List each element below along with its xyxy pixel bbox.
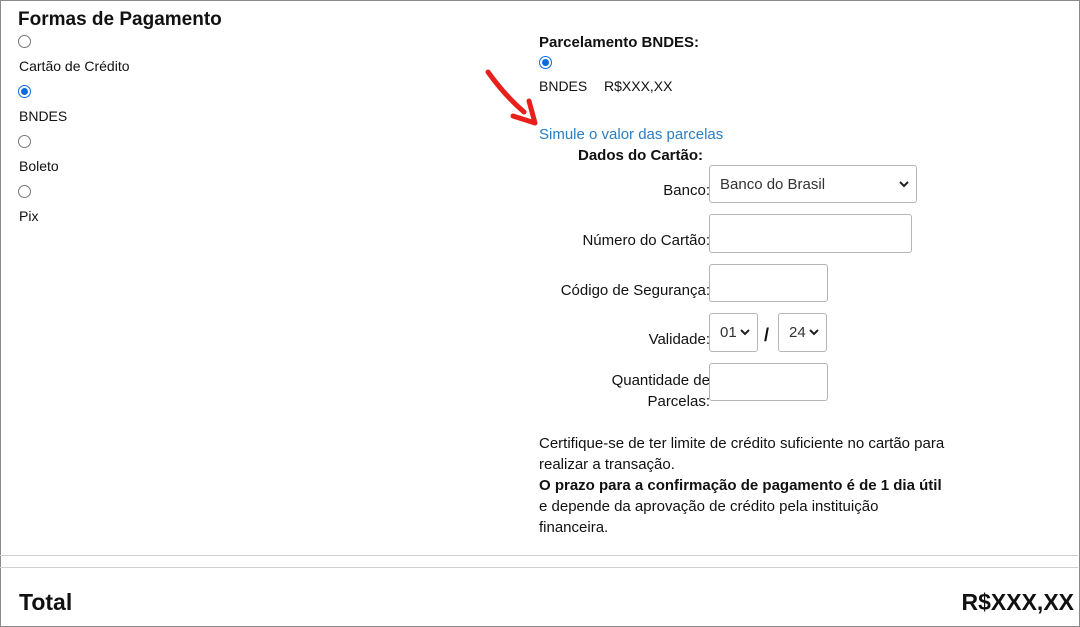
red-arrow-icon bbox=[485, 69, 538, 126]
bank-select[interactable]: Banco do Brasil bbox=[709, 165, 917, 203]
credit-limit-notice: Certifique-se de ter limite de crédito s… bbox=[539, 435, 945, 473]
bank-select-value: Banco do Brasil bbox=[720, 176, 826, 193]
total-value: R$XXX,XX bbox=[961, 589, 1075, 615]
validity-month-select[interactable]: 01 bbox=[709, 313, 758, 352]
credit-card-label: Cartão de Crédito bbox=[19, 58, 130, 74]
boleto-label: Boleto bbox=[19, 158, 59, 174]
validity-month-value: 01 bbox=[720, 324, 737, 341]
boleto-radio[interactable] bbox=[18, 135, 31, 148]
pix-radio[interactable] bbox=[18, 185, 31, 198]
installments-label-line2: Parcelas: bbox=[647, 393, 710, 410]
validity-label: Validade: bbox=[648, 331, 710, 348]
total-label: Total bbox=[19, 589, 73, 615]
security-code-input[interactable] bbox=[709, 264, 828, 302]
simulate-installments-link[interactable]: Simule o valor das parcelas bbox=[539, 126, 723, 143]
payment-methods-title: Formas de Pagamento bbox=[18, 9, 222, 30]
chevron-down-icon bbox=[740, 329, 750, 336]
security-code-label: Código de Segurança: bbox=[560, 282, 710, 299]
card-data-title: Dados do Cartão: bbox=[578, 147, 704, 164]
bndes-option-label: BNDES bbox=[539, 78, 588, 94]
pix-label: Pix bbox=[19, 208, 39, 224]
bank-label: Banco: bbox=[663, 182, 710, 199]
installments-label-line1: Quantidade de bbox=[611, 372, 710, 389]
validity-year-select[interactable]: 24 bbox=[778, 313, 827, 352]
confirmation-deadline-rest: e depende da aprovação de crédito pela i… bbox=[539, 498, 879, 536]
divider-top bbox=[0, 555, 1078, 556]
bndes-installments-title: Parcelamento BNDES: bbox=[539, 34, 700, 51]
bndes-label: BNDES bbox=[19, 108, 68, 124]
confirmation-deadline-bold: O prazo para a confirmação de pagamento … bbox=[539, 477, 942, 494]
credit-card-radio[interactable] bbox=[18, 35, 31, 48]
card-number-input[interactable] bbox=[709, 214, 912, 253]
credit-info-text: Certifique-se de ter limite de crédito s… bbox=[539, 433, 949, 538]
divider-bottom bbox=[0, 567, 1078, 568]
chevron-down-icon bbox=[809, 329, 819, 336]
bndes-option-value: R$XXX,XX bbox=[604, 78, 673, 94]
chevron-down-icon bbox=[899, 181, 909, 188]
bndes-radio[interactable] bbox=[18, 85, 31, 98]
card-number-label: Número do Cartão: bbox=[582, 232, 710, 249]
installments-input[interactable] bbox=[709, 363, 828, 401]
validity-separator: / bbox=[764, 325, 770, 345]
validity-year-value: 24 bbox=[789, 324, 806, 341]
installments-label: Quantidade de Parcelas: bbox=[540, 370, 710, 412]
